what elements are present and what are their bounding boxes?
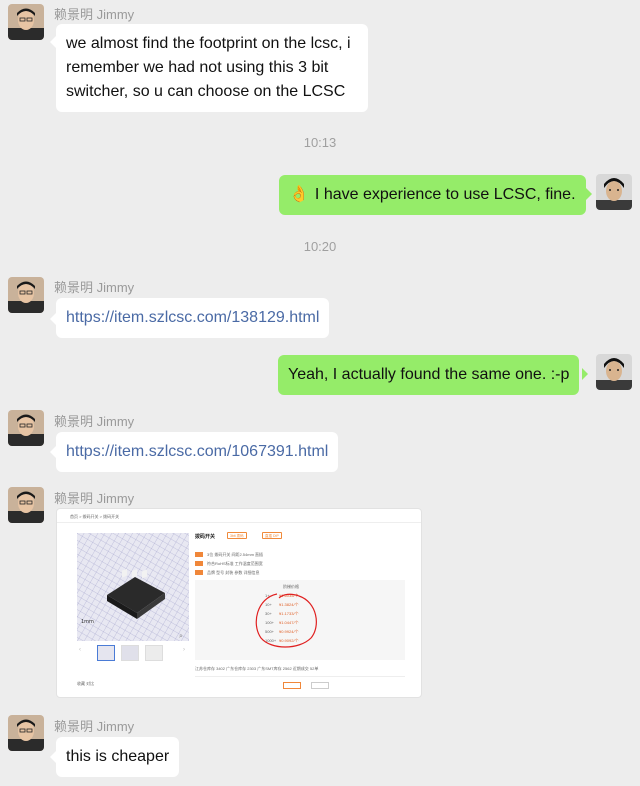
message-line: remember we had not using this 3 bit <box>66 59 329 76</box>
spec-badge <box>195 570 203 575</box>
breadcrumb: 首页 > 拨码开关 > 拨码开关 <box>70 514 120 519</box>
sender-name: 赖景明 Jimmy <box>54 7 135 22</box>
message-text: Yeah, I actually found the same one. :-p <box>288 366 570 383</box>
bubble-tail <box>582 368 588 380</box>
message-line: we almost find the footprint on the lcsc… <box>66 35 351 52</box>
stock-line: 江苏仓库存 3402 广东仓库存 2303 广东SMT库存 2562 近期成交 … <box>195 666 319 671</box>
avatar-self[interactable] <box>596 174 632 210</box>
link-bubble[interactable]: https://item.szlcsc.com/138129.html <box>56 298 330 338</box>
avatar[interactable] <box>8 487 44 523</box>
divider <box>57 522 421 523</box>
spec-line: 品牌 型号 封装 参数 详细信息 <box>207 570 260 575</box>
chevron-right-icon[interactable]: › <box>183 647 185 653</box>
svg-text:1mm: 1mm <box>81 619 94 625</box>
message-text: this is cheaper <box>66 748 170 765</box>
price-panel: 阶梯价格 1+ ¥1.6035/个 10+ ¥1.3824/个 30+ ¥1.1… <box>195 580 405 660</box>
sender-name: 赖景明 Jimmy <box>54 719 135 734</box>
spec-badge <box>195 552 203 557</box>
link-bubble[interactable]: https://item.szlcsc.com/1067391.html <box>56 432 339 472</box>
message-link[interactable]: https://item.szlcsc.com/138129.html <box>66 309 319 326</box>
thumbnail[interactable] <box>145 645 163 661</box>
chevron-left-icon[interactable]: ‹ <box>79 647 81 653</box>
zoom-icon[interactable]: ⌕ <box>179 633 183 641</box>
product-photo: 1mm <box>77 533 189 641</box>
avatar[interactable] <box>8 715 44 751</box>
avatar[interactable] <box>8 410 44 446</box>
timestamp: 10:20 <box>303 239 337 254</box>
bubble-tail <box>586 188 592 200</box>
option-box[interactable] <box>311 682 329 689</box>
product-title: 拨码开关 <box>195 534 216 540</box>
message-bubble-outgoing[interactable]: Yeah, I actually found the same one. :-p <box>278 355 580 395</box>
message-text: I have experience to use LCSC, fine. <box>314 186 576 203</box>
product-tag: 3bit 拨码 <box>227 532 247 539</box>
thumbnail[interactable] <box>121 645 139 661</box>
message-line: switcher, so u can choose on the LCSC <box>66 83 346 100</box>
message-link[interactable]: https://item.szlcsc.com/1067391.html <box>66 443 328 460</box>
sender-name: 赖景明 Jimmy <box>54 414 135 429</box>
image-message[interactable]: 首页 > 拨码开关 > 拨码开关 1mm ⌕ ‹ › 收藏 对比 拨码开关 3b… <box>56 508 422 698</box>
red-circle-annotation <box>255 593 317 648</box>
spec-line: 符合RoHS标准 工作温度范围宽 <box>207 561 263 566</box>
avatar[interactable] <box>8 4 44 40</box>
sender-name: 赖景明 Jimmy <box>54 280 135 295</box>
message-bubble-outgoing[interactable]: 👌 I have experience to use LCSC, fine. <box>279 175 586 215</box>
timestamp: 10:13 <box>303 135 337 150</box>
avatar[interactable] <box>8 277 44 313</box>
product-tag: 直插 DIP <box>262 532 282 539</box>
message-bubble[interactable]: we almost find the footprint on the lcsc… <box>56 24 368 112</box>
divider <box>195 676 405 677</box>
sender-name: 赖景明 Jimmy <box>54 491 135 506</box>
spec-line: 3位 拨码开关 间距2.54mm 直插 <box>207 552 264 557</box>
ok-hand-emoji-icon: 👌 <box>289 186 309 203</box>
spec-badge <box>195 561 203 566</box>
option-box[interactable] <box>283 682 301 689</box>
favorite-compare[interactable]: 收藏 对比 <box>77 681 94 687</box>
message-bubble[interactable]: this is cheaper <box>56 737 180 777</box>
avatar-self[interactable] <box>596 354 632 390</box>
thumbnail[interactable] <box>97 645 115 661</box>
